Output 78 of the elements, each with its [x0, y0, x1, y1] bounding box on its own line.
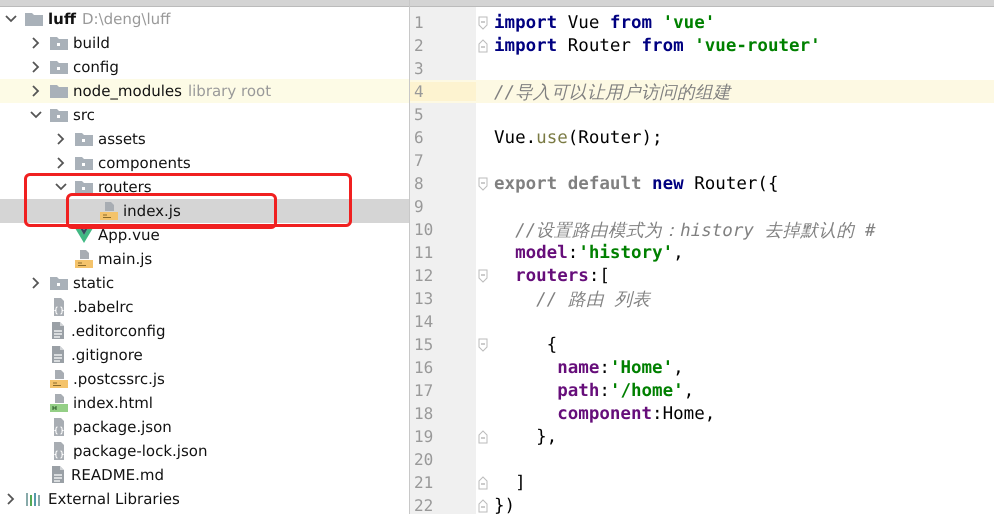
line-number: 10	[413, 220, 434, 239]
line-number: 7	[413, 151, 425, 170]
tree-item[interactable]: config	[0, 55, 409, 79]
line-number: 17	[413, 381, 434, 400]
folder-icon	[74, 130, 94, 148]
line-number: 11	[413, 243, 434, 262]
tree-item[interactable]: .postcssrc.js	[0, 367, 409, 391]
code-line: ]	[514, 472, 526, 492]
code-line: import Router from 'vue-router'	[494, 36, 821, 56]
line-number: 5	[413, 105, 425, 124]
text-file-icon	[49, 321, 67, 341]
folder-icon	[49, 106, 69, 124]
code-line: routers:[	[514, 266, 610, 286]
code-line: })	[494, 496, 516, 514]
line-number: 14	[413, 312, 434, 331]
line-number: 9	[413, 197, 425, 216]
js-file-icon	[99, 201, 119, 221]
code-comment: // 路由 列表	[535, 288, 650, 310]
tree-item[interactable]: package-lock.json	[0, 439, 409, 463]
code-line: export default new Router({	[494, 174, 778, 194]
tree-item[interactable]: README.md	[0, 463, 409, 487]
folder-icon	[49, 34, 69, 52]
tree-item[interactable]: src	[0, 103, 409, 127]
line-number: 1	[413, 13, 425, 32]
tree-item[interactable]: package.json	[0, 415, 409, 439]
tree-item[interactable]: static	[0, 271, 409, 295]
code-comment: //设置路由模式为：history 去掉默认的 #	[514, 220, 876, 242]
vue-logo-icon	[74, 226, 94, 244]
tree-item[interactable]: luff D:\deng\luff	[0, 7, 409, 31]
js-file-icon	[74, 249, 94, 269]
line-number: 20	[413, 450, 434, 469]
tree-item[interactable]: main.js	[0, 247, 409, 271]
tree-item[interactable]: assets	[0, 127, 409, 151]
code-line: {	[546, 334, 558, 354]
code-line: model:'history',	[514, 242, 684, 262]
line-number: 6	[413, 128, 425, 147]
tree-item[interactable]: .babelrc	[0, 295, 409, 319]
code-line: component:Home,	[556, 404, 716, 424]
line-number: 22	[413, 496, 434, 514]
line-number: 8	[413, 174, 425, 193]
html-file-icon	[49, 393, 69, 413]
line-number: 18	[413, 404, 434, 423]
line-number: 3	[413, 59, 425, 78]
tree-item[interactable]: node_modules library root	[0, 79, 409, 103]
path-hint: D:\deng\luff	[82, 10, 170, 28]
path-hint: library root	[188, 82, 272, 100]
tree-item[interactable]: .editorconfig	[0, 319, 409, 343]
line-number: 16	[413, 358, 434, 377]
line-number: 12	[413, 266, 434, 285]
line-number: 19	[413, 427, 434, 446]
line-number: 13	[413, 289, 434, 308]
tree-item[interactable]: routers	[0, 175, 409, 199]
code-line: Vue.use(Router);	[494, 128, 663, 148]
line-number: 4	[410, 82, 476, 101]
folder-icon	[24, 10, 44, 28]
text-file-icon	[49, 345, 67, 365]
code-comment: //导入可以让用户访问的组建	[494, 82, 732, 104]
code-line: name:'Home',	[556, 358, 684, 378]
tree-item[interactable]: .gitignore	[0, 343, 409, 367]
line-number: 21	[413, 473, 434, 492]
tree-item[interactable]: build	[0, 31, 409, 55]
tree-item[interactable]: External Libraries	[0, 487, 409, 511]
folder-icon	[74, 178, 94, 196]
line-number: 15	[413, 335, 434, 354]
tree-item[interactable]: index.html	[0, 391, 409, 415]
code-line: path:'/home',	[556, 380, 694, 400]
folder-icon	[49, 58, 69, 76]
line-number: 2	[413, 36, 425, 55]
folder-icon	[49, 274, 69, 292]
folder-icon	[49, 82, 69, 100]
text-file-icon	[49, 465, 67, 485]
folder-icon	[74, 154, 94, 172]
code-line: },	[535, 426, 558, 446]
code-line: import Vue from 'vue'	[494, 12, 716, 32]
tree-item[interactable]: index.js	[0, 199, 409, 223]
tree-item[interactable]: components	[0, 151, 409, 175]
tree-item[interactable]: App.vue	[0, 223, 409, 247]
js-file-icon	[49, 369, 69, 389]
